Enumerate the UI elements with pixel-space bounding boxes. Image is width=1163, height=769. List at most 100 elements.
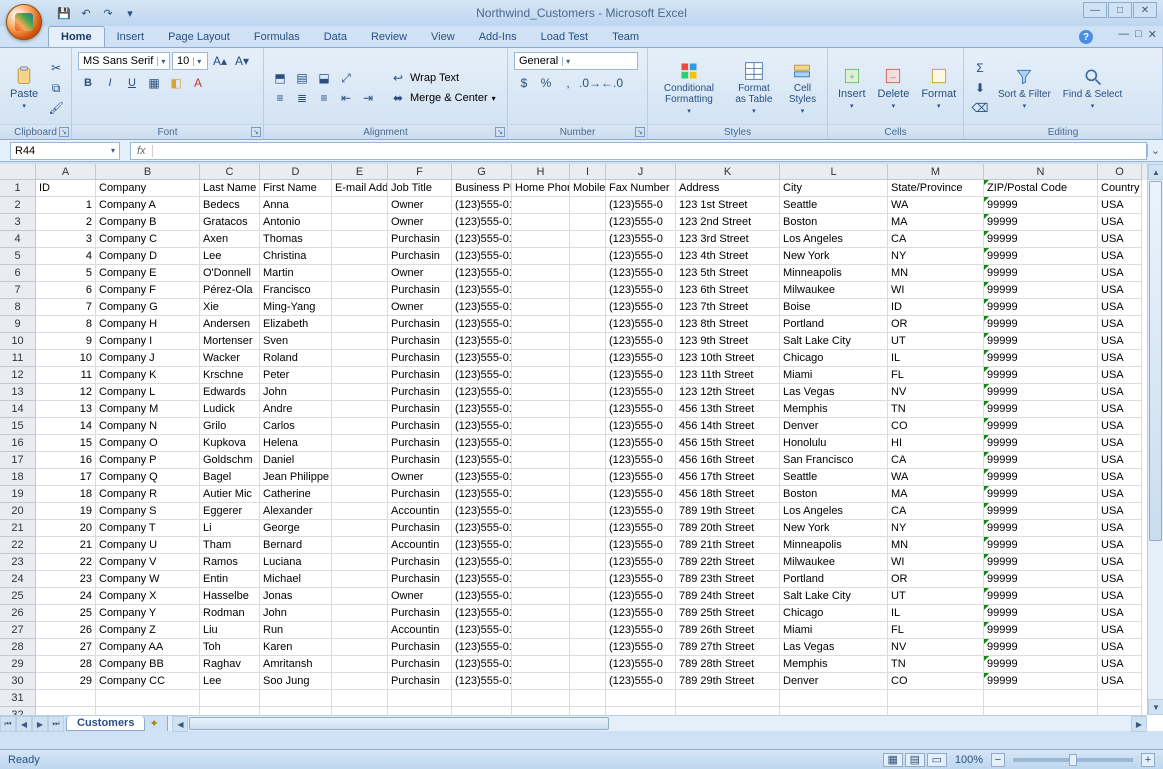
row-header[interactable]: 25 bbox=[0, 588, 36, 605]
cell[interactable] bbox=[676, 707, 780, 715]
cell[interactable]: 99999 bbox=[984, 588, 1098, 605]
scroll-right-icon[interactable]: ▶ bbox=[1131, 716, 1147, 732]
cell[interactable]: USA bbox=[1098, 367, 1142, 384]
cell[interactable]: IL bbox=[888, 350, 984, 367]
cell[interactable] bbox=[388, 690, 452, 707]
cell[interactable]: 29 bbox=[36, 673, 96, 690]
cell[interactable]: (123)555-0 bbox=[606, 554, 676, 571]
format-painter-icon[interactable]: 🖌 bbox=[46, 99, 66, 117]
cell[interactable]: Axen bbox=[200, 231, 260, 248]
cell[interactable] bbox=[332, 248, 388, 265]
cell[interactable] bbox=[332, 197, 388, 214]
row-header[interactable]: 15 bbox=[0, 418, 36, 435]
cell[interactable] bbox=[512, 588, 570, 605]
cell[interactable]: Accountin bbox=[388, 622, 452, 639]
cell[interactable] bbox=[570, 605, 606, 622]
cell[interactable]: Salt Lake City bbox=[780, 588, 888, 605]
accounting-format-icon[interactable]: $ bbox=[514, 74, 534, 92]
find-select-button[interactable]: Find & Select▾ bbox=[1059, 65, 1126, 112]
cell[interactable]: CA bbox=[888, 231, 984, 248]
cell[interactable]: (123)555-0100 bbox=[452, 503, 512, 520]
cell[interactable]: 9 bbox=[36, 333, 96, 350]
cell[interactable]: (123)555-0100 bbox=[452, 333, 512, 350]
cell[interactable]: 99999 bbox=[984, 401, 1098, 418]
cell[interactable]: New York bbox=[780, 520, 888, 537]
cell-styles-button[interactable]: Cell Styles▾ bbox=[784, 59, 821, 117]
cell[interactable] bbox=[570, 537, 606, 554]
decrease-decimal-icon[interactable]: ←.0 bbox=[602, 74, 622, 92]
cell[interactable]: Owner bbox=[388, 197, 452, 214]
cell[interactable]: Catherine bbox=[260, 486, 332, 503]
cell[interactable]: 456 17th Street bbox=[676, 469, 780, 486]
row-header[interactable]: 1 bbox=[0, 180, 36, 197]
fill-color-icon[interactable]: ◧ bbox=[166, 74, 186, 92]
cell[interactable]: NY bbox=[888, 520, 984, 537]
cell[interactable] bbox=[512, 605, 570, 622]
cell[interactable]: Toh bbox=[200, 639, 260, 656]
cell[interactable]: Francisco bbox=[260, 282, 332, 299]
autosum-icon[interactable]: Σ bbox=[970, 59, 990, 77]
cell[interactable]: 123 8th Street bbox=[676, 316, 780, 333]
cell[interactable]: Purchasin bbox=[388, 656, 452, 673]
office-button[interactable] bbox=[6, 4, 42, 40]
vertical-scroll-thumb[interactable] bbox=[1149, 181, 1162, 541]
cell[interactable]: Helena bbox=[260, 435, 332, 452]
cell[interactable] bbox=[570, 656, 606, 673]
tab-team[interactable]: Team bbox=[600, 27, 651, 47]
align-middle-icon[interactable]: ▤ bbox=[292, 69, 312, 87]
cell[interactable] bbox=[570, 231, 606, 248]
cell[interactable]: (123)555-0100 bbox=[452, 571, 512, 588]
cell[interactable]: (123)555-0100 bbox=[452, 486, 512, 503]
tab-formulas[interactable]: Formulas bbox=[242, 27, 312, 47]
cell[interactable]: Company U bbox=[96, 537, 200, 554]
row-header[interactable]: 4 bbox=[0, 231, 36, 248]
cell[interactable]: Pérez-Ola bbox=[200, 282, 260, 299]
row-header[interactable]: 22 bbox=[0, 537, 36, 554]
page-layout-view-icon[interactable]: ▤ bbox=[905, 753, 925, 767]
zoom-in-icon[interactable]: + bbox=[1141, 753, 1155, 767]
cell[interactable]: Soo Jung bbox=[260, 673, 332, 690]
cell[interactable] bbox=[512, 197, 570, 214]
cell[interactable]: Company H bbox=[96, 316, 200, 333]
cell[interactable]: 22 bbox=[36, 554, 96, 571]
cell[interactable]: Anna bbox=[260, 197, 332, 214]
percent-format-icon[interactable]: % bbox=[536, 74, 556, 92]
cell[interactable]: Bedecs bbox=[200, 197, 260, 214]
cell[interactable]: Company AA bbox=[96, 639, 200, 656]
cell[interactable] bbox=[452, 690, 512, 707]
cell[interactable]: Antonio bbox=[260, 214, 332, 231]
cell[interactable] bbox=[512, 452, 570, 469]
cell[interactable]: 14 bbox=[36, 418, 96, 435]
cell[interactable]: 99999 bbox=[984, 367, 1098, 384]
cell[interactable] bbox=[512, 231, 570, 248]
cell[interactable]: Company K bbox=[96, 367, 200, 384]
cell[interactable]: Boston bbox=[780, 214, 888, 231]
cell[interactable]: Mortenser bbox=[200, 333, 260, 350]
cell[interactable]: George bbox=[260, 520, 332, 537]
cell[interactable]: Tham bbox=[200, 537, 260, 554]
cell[interactable]: 456 14th Street bbox=[676, 418, 780, 435]
cell[interactable]: 21 bbox=[36, 537, 96, 554]
cell[interactable] bbox=[388, 707, 452, 715]
cell[interactable] bbox=[570, 435, 606, 452]
cell[interactable]: Jonas bbox=[260, 588, 332, 605]
cell[interactable]: Jean Philippe bbox=[260, 469, 332, 486]
cell[interactable]: 20 bbox=[36, 520, 96, 537]
cell[interactable]: Company BB bbox=[96, 656, 200, 673]
cell[interactable]: Company O bbox=[96, 435, 200, 452]
cell[interactable]: Honolulu bbox=[780, 435, 888, 452]
cell[interactable]: OR bbox=[888, 316, 984, 333]
cell[interactable] bbox=[332, 452, 388, 469]
cell[interactable] bbox=[260, 690, 332, 707]
cell[interactable]: Mobile bbox=[570, 180, 606, 197]
tab-add-ins[interactable]: Add-Ins bbox=[467, 27, 529, 47]
cell[interactable]: Thomas bbox=[260, 231, 332, 248]
cell[interactable]: 99999 bbox=[984, 605, 1098, 622]
cell[interactable]: Purchasin bbox=[388, 333, 452, 350]
cell[interactable] bbox=[512, 690, 570, 707]
row-header[interactable]: 10 bbox=[0, 333, 36, 350]
cell[interactable]: 1 bbox=[36, 197, 96, 214]
tab-load-test[interactable]: Load Test bbox=[529, 27, 601, 47]
cell[interactable]: WA bbox=[888, 469, 984, 486]
cell[interactable] bbox=[332, 316, 388, 333]
